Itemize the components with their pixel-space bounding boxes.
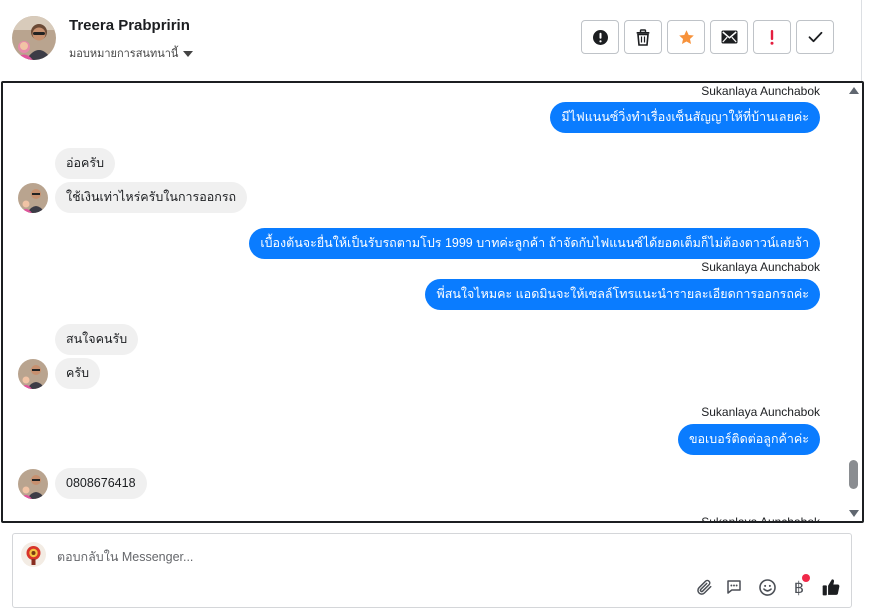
outgoing-message[interactable]: พี่สนใจไหมคะ แอดมินจะให้เซลล์โทรแนะนำราย… — [425, 279, 820, 310]
assign-label: มอบหมายการสนทนานี้ — [69, 48, 179, 60]
follow-up-button[interactable] — [753, 20, 791, 54]
emoji-icon — [758, 578, 776, 596]
incoming-message[interactable]: ใช้เงินเท่าไหร่ครับในการออกรถ — [55, 182, 248, 213]
page-avatar — [21, 542, 46, 567]
like-button[interactable] — [820, 576, 842, 598]
check-icon — [808, 31, 822, 43]
sender-name: Sukanlaya Aunchabok — [701, 405, 820, 419]
incoming-message[interactable]: อ่อครับ — [55, 148, 116, 179]
sender-name: Sukanlaya Aunchabok — [701, 84, 820, 98]
alert-circle-icon — [592, 29, 608, 45]
like-icon — [822, 579, 840, 596]
outgoing-message[interactable]: มีไฟแนนซ์วิ่งทำเรื่องเซ็นสัญญาให้ที่บ้าน… — [550, 102, 820, 133]
scrollbar-thumb[interactable] — [849, 460, 858, 489]
contact-message-avatar — [18, 359, 48, 389]
saved-replies-button[interactable] — [723, 576, 745, 598]
payment-button[interactable]: ฿ — [788, 574, 810, 598]
scroll-up-arrow-icon[interactable] — [849, 87, 859, 94]
envelope-icon — [721, 30, 737, 44]
outgoing-message[interactable]: ขอเบอร์ติดต่อลูกค้าค่ะ — [677, 424, 820, 455]
delete-button[interactable] — [624, 20, 662, 54]
conversation-header: Treera Prabpririn มอบหมายการสนทนานี้ — [0, 0, 862, 80]
notification-dot — [802, 574, 810, 582]
caret-down-icon — [183, 50, 194, 57]
assign-conversation-dropdown[interactable]: มอบหมายการสนทนานี้ — [69, 44, 194, 62]
exclamation-icon — [770, 29, 774, 45]
mark-done-button[interactable] — [796, 20, 834, 54]
conversation-toolbar — [581, 20, 834, 54]
message-thread[interactable]: Sukanlaya Aunchabok มีไฟแนนซ์วิ่งทำเรื่อ… — [1, 81, 864, 523]
incoming-message[interactable]: 0808676418 — [55, 468, 147, 499]
inbox-conversation-view: Treera Prabpririn มอบหมายการสนทนานี้ Suk… — [0, 0, 870, 616]
contact-avatar[interactable] — [12, 16, 56, 60]
attach-file-button[interactable] — [693, 576, 715, 598]
paperclip-icon — [697, 579, 712, 595]
incoming-message[interactable]: สนใจคนรับ — [55, 324, 139, 355]
sender-name: Sukanlaya Aunchabok — [701, 515, 820, 523]
star-icon — [678, 29, 694, 44]
sender-name: Sukanlaya Aunchabok — [701, 260, 820, 274]
incoming-message[interactable]: ครับ — [55, 358, 101, 389]
contact-message-avatar — [18, 183, 48, 213]
saved-replies-icon — [727, 580, 741, 594]
contact-name: Treera Prabpririn — [69, 17, 190, 34]
spam-button[interactable] — [581, 20, 619, 54]
scroll-down-arrow-icon[interactable] — [849, 510, 859, 517]
contact-message-avatar — [18, 469, 48, 499]
mark-unread-button[interactable] — [710, 20, 748, 54]
reply-composer: ฿ — [12, 533, 852, 608]
emoji-button[interactable] — [756, 576, 778, 598]
thread-scrollbar[interactable] — [846, 83, 862, 521]
trash-icon — [636, 28, 650, 46]
outgoing-message[interactable]: เบื้องต้นจะยื่นให้เป็นรับรถตามโปร 1999 บ… — [249, 228, 820, 259]
reply-input[interactable] — [57, 546, 757, 568]
star-button[interactable] — [667, 20, 705, 54]
